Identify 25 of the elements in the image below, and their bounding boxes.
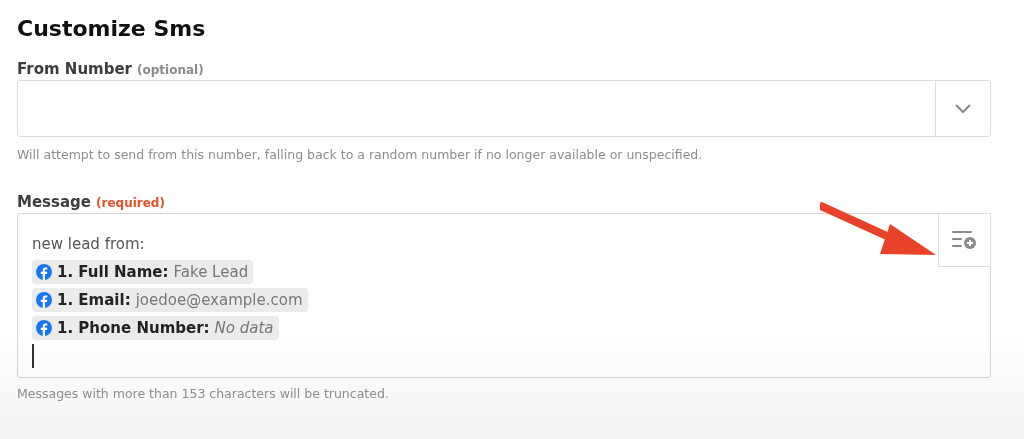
data-field-pill[interactable]: 1. Email: joedoe@example.com <box>32 288 308 312</box>
field-label: From Number <box>17 60 132 78</box>
field-name: 1. Email: <box>57 291 131 309</box>
text-cursor <box>32 344 34 368</box>
data-field-pill[interactable]: 1. Full Name: Fake Lead <box>32 260 254 284</box>
field-name: 1. Phone Number: <box>57 319 210 337</box>
chevron-down-icon <box>955 103 971 114</box>
insert-data-button[interactable] <box>938 213 991 267</box>
field-value: joedoe@example.com <box>135 291 303 309</box>
message-text: new lead from: <box>32 235 145 253</box>
facebook-icon <box>36 292 52 308</box>
field-hint: Messages with more than 153 characters will be truncated. <box>17 386 390 403</box>
facebook-icon <box>36 320 52 336</box>
field-tag: (required) <box>96 196 165 210</box>
field-name: 1. Full Name: <box>57 263 169 281</box>
field-value: No data <box>214 319 274 337</box>
insert-field-icon <box>951 230 978 250</box>
field-label: Message <box>17 193 91 211</box>
message-field[interactable]: new lead from: 1. Full Name: Fake Lead 1. Email: joedoe@example.com 1. Phone Number: No data <box>17 213 991 378</box>
section-title: Customize Sms <box>17 15 207 43</box>
facebook-icon <box>36 264 52 280</box>
data-field-pill[interactable]: 1. Phone Number: No data <box>32 316 279 340</box>
field-tag: (optional) <box>137 63 204 77</box>
field-value: Fake Lead <box>173 263 249 281</box>
field-hint: Will attempt to send from this number, falling back to a random number if no longer available or unspecified. <box>17 147 704 164</box>
